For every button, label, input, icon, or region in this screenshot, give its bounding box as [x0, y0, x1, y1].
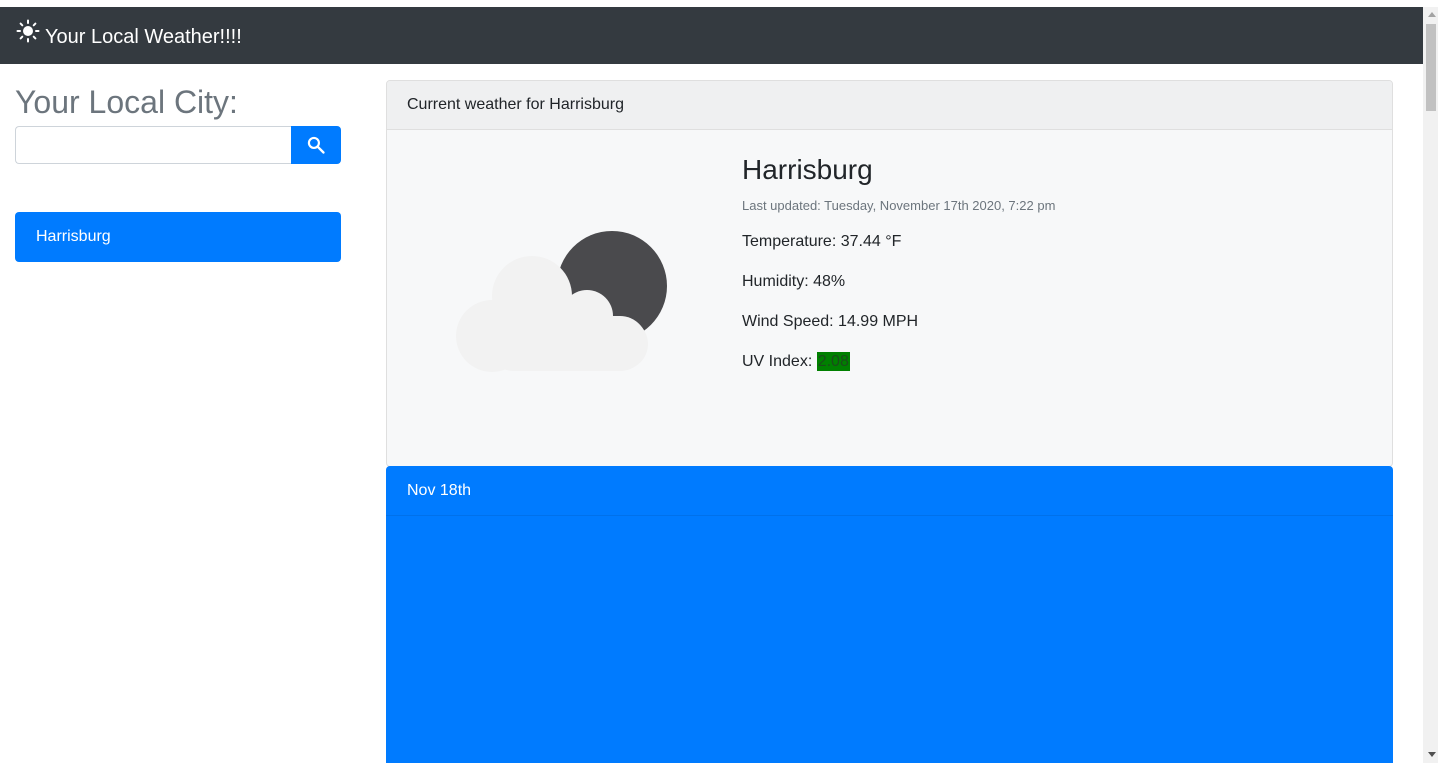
current-weather-header: Current weather for Harrisburg — [387, 81, 1392, 130]
forecast-date: Nov 18th — [386, 466, 1393, 516]
partly-cloudy-night-icon — [456, 231, 667, 372]
history-item-harrisburg[interactable]: Harrisburg — [15, 212, 341, 262]
scrollbar-thumb[interactable] — [1426, 24, 1436, 111]
navbar: Your Local Weather!!!! — [0, 7, 1423, 64]
top-strip — [0, 0, 1438, 7]
search-button[interactable] — [291, 126, 341, 164]
scrollbar-track[interactable] — [1423, 7, 1438, 763]
uv-index: UV Index: 2.08 — [742, 352, 850, 371]
last-updated: Last updated: Tuesday, November 17th 202… — [742, 198, 1056, 213]
city-name: Harrisburg — [742, 154, 873, 185]
city-search-input[interactable] — [15, 126, 291, 164]
forecast-card: Nov 18th — [386, 466, 1393, 763]
history-item-label: Harrisburg — [36, 228, 111, 245]
app-title: Your Local Weather!!!! — [45, 26, 242, 48]
sidebar-title: Your Local City: — [15, 84, 238, 120]
scroll-up-icon[interactable] — [1428, 12, 1436, 17]
current-weather-card: Current weather for Harrisburg Harrisbur… — [386, 80, 1393, 467]
sun-icon — [16, 19, 40, 43]
humidity: Humidity: 48% — [742, 273, 846, 290]
wind-speed: Wind Speed: 14.99 MPH — [742, 313, 919, 330]
uv-index-badge: 2.08 — [816, 352, 850, 371]
scroll-down-icon[interactable] — [1428, 752, 1436, 757]
uv-index-label: UV Index: — [742, 353, 817, 370]
search-icon — [307, 136, 325, 154]
temperature: Temperature: 37.44 °F — [742, 233, 902, 250]
